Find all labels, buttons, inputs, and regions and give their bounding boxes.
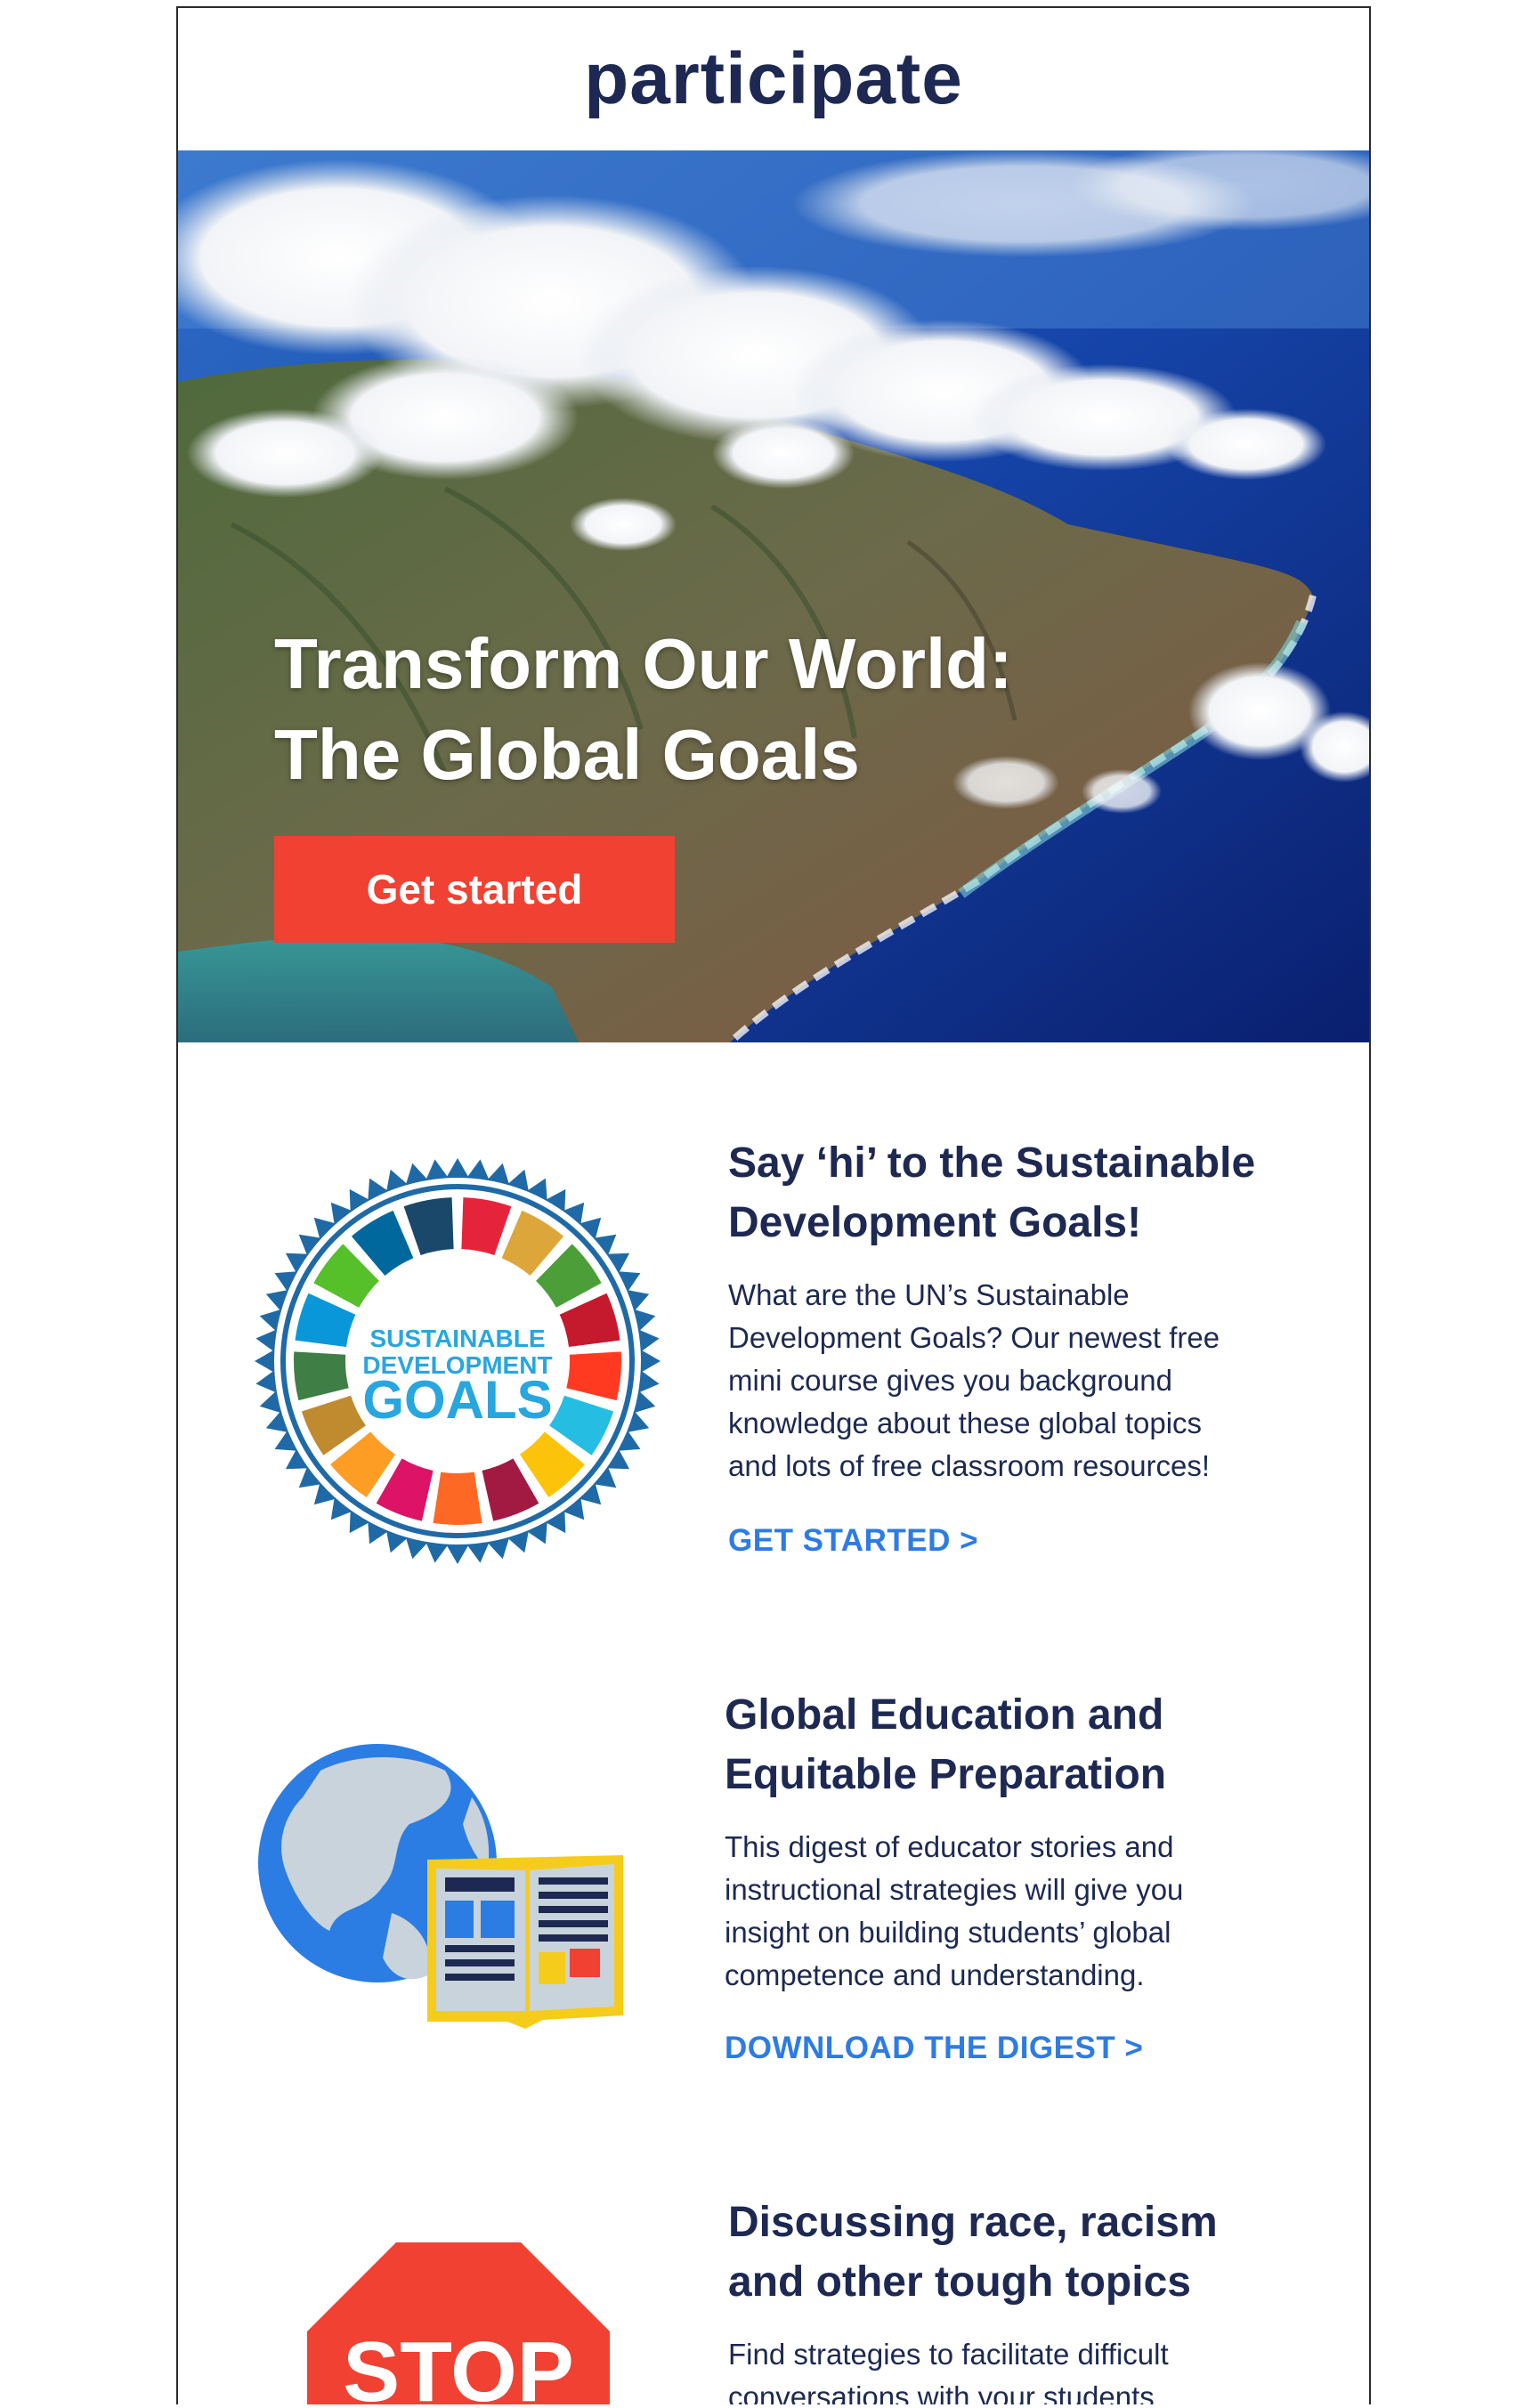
body-line: and lots of free classroom resources! <box>728 1449 1211 1482</box>
stop-sign-text: STOP <box>343 2324 574 2404</box>
get-started-link[interactable]: GET STARTED > <box>728 1523 978 1559</box>
section-global-education: Global Education and Equitable Preparati… <box>178 1655 1369 2118</box>
body-line: What are the UN’s Sustainable <box>728 1278 1130 1311</box>
body-line: conversations with your students <box>728 2380 1155 2404</box>
badge-text-line1: SUSTAINABLE <box>369 1325 545 1352</box>
body-line: Development Goals? Our newest free <box>728 1321 1220 1354</box>
section-title-line2: and other tough topics <box>728 2258 1191 2306</box>
section-title: Say ‘hi’ to the Sustainable Development … <box>728 1133 1255 1253</box>
globe-book-icon[interactable] <box>258 1744 650 2047</box>
section-body: What are the UN’s Sustainable Developmen… <box>728 1274 1220 1488</box>
section-sdg: SUSTAINABLE DEVELOPMENT GOALS Say ‘hi’ t… <box>178 1103 1369 1601</box>
section-title-line1: Discussing race, racism <box>728 2199 1218 2246</box>
stop-sign-icon[interactable]: STOP <box>307 2242 610 2404</box>
section-title-line2: Development Goals! <box>728 1199 1142 1246</box>
badge-text-line3: GOALS <box>362 1370 552 1430</box>
section-body: Find strategies to facilitate difficult … <box>728 2333 1169 2404</box>
sdg-segment <box>433 1472 482 1525</box>
email-frame: participate Transform Our World: The Glo… <box>176 6 1371 2404</box>
section-body: This digest of educator stories and inst… <box>725 1826 1183 1997</box>
hero-title: Transform Our World: The Global Goals <box>274 619 1164 800</box>
hero-title-line2: The Global Goals <box>274 715 860 794</box>
section-tough-topics: STOP Discussing race, racism and other t… <box>178 2162 1369 2404</box>
section-title-line2: Equitable Preparation <box>725 1751 1167 1798</box>
download-digest-link[interactable]: DOWNLOAD THE DIGEST > <box>725 2031 1143 2066</box>
stop-sign-graphic: STOP <box>307 2242 610 2404</box>
participate-logo[interactable]: participate <box>178 35 1369 124</box>
hero-title-line1: Transform Our World: <box>274 624 1013 703</box>
body-line: Find strategies to facilitate difficult <box>728 2338 1169 2371</box>
globe-book-graphic <box>258 1744 623 2029</box>
body-line: competence and understanding. <box>725 1958 1145 1991</box>
section-title-line1: Global Education and <box>725 1691 1164 1739</box>
section-title: Global Education and Equitable Preparati… <box>725 1685 1166 1804</box>
body-line: instructional strategies will give you <box>725 1873 1184 1906</box>
sdg-wheel-graphic: SUSTAINABLE DEVELOPMENT GOALS <box>255 1158 661 1564</box>
sdg-wheel-icon[interactable]: SUSTAINABLE DEVELOPMENT GOALS <box>253 1156 662 1566</box>
section-title-line1: Say ‘hi’ to the Sustainable <box>728 1139 1256 1187</box>
section-title: Discussing race, racism and other tough … <box>728 2193 1218 2312</box>
hero-banner: Transform Our World: The Global Goals Ge… <box>178 150 1369 1042</box>
header: participate <box>178 8 1369 150</box>
body-line: insight on building students’ global <box>725 1916 1171 1949</box>
body-line: This digest of educator stories and <box>725 1830 1174 1863</box>
body-line: knowledge about these global topics <box>728 1407 1203 1439</box>
get-started-button[interactable]: Get started <box>274 836 675 943</box>
body-line: mini course gives you background <box>728 1364 1172 1397</box>
